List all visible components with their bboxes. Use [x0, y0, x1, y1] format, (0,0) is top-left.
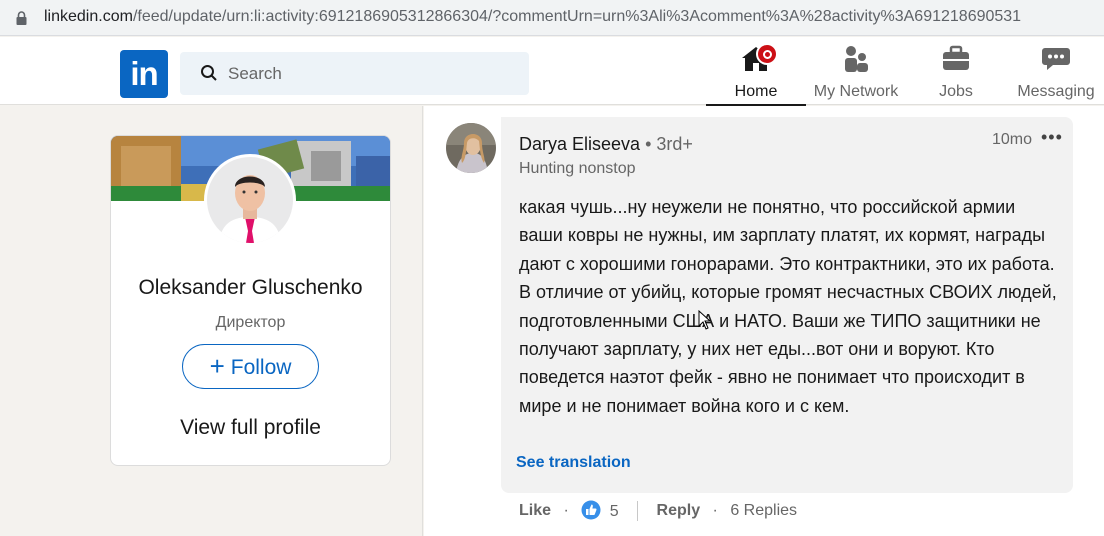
separator-dot: ·	[563, 501, 569, 519]
connection-degree: 3rd+	[656, 134, 693, 154]
action-divider	[637, 500, 639, 521]
profile-avatar[interactable]	[204, 154, 296, 246]
view-full-profile-link[interactable]: View full profile	[111, 416, 390, 440]
comment-author-headline: Hunting nonstop	[519, 160, 636, 177]
comment-author-name[interactable]: Darya Eliseeva	[519, 134, 640, 154]
nav-my-network-label: My Network	[813, 83, 899, 100]
nav-messaging-label: Messaging	[1017, 83, 1095, 100]
search-input[interactable]	[228, 52, 508, 95]
search-icon	[201, 65, 217, 81]
nav-my-network[interactable]: My Network	[808, 43, 904, 105]
url-path: /feed/update/urn:li:activity:69121869053…	[132, 8, 1022, 25]
see-translation-link[interactable]: See translation	[516, 454, 631, 472]
jobs-icon	[943, 45, 969, 70]
like-reaction-icon	[581, 500, 601, 520]
nav-home[interactable]: Home	[706, 43, 806, 106]
nav-home-label: Home	[734, 83, 778, 100]
messaging-icon	[1042, 48, 1070, 70]
notification-badge	[756, 43, 778, 65]
follow-label: Follow	[230, 356, 292, 379]
avatar	[207, 157, 293, 243]
profile-name[interactable]: Oleksander Gluschenko	[111, 276, 390, 300]
network-icon	[845, 46, 868, 72]
nav-jobs[interactable]: Jobs	[916, 43, 996, 105]
comment-author-line[interactable]: Darya Eliseeva • 3rd+	[519, 134, 693, 155]
profile-card: Oleksander Gluschenko Директор + Follow V…	[110, 135, 391, 466]
comment-timestamp: 10mo	[992, 131, 1033, 148]
plus-icon: +	[209, 351, 225, 381]
linkedin-logo[interactable]: in	[120, 50, 168, 98]
nav-jobs-label: Jobs	[939, 83, 973, 100]
comment-actions: Like · 5 Reply · 6 Replies	[519, 500, 797, 524]
mouse-cursor-icon	[698, 310, 712, 330]
more-options-icon[interactable]: •••	[1041, 127, 1063, 148]
reaction-count: 5	[609, 502, 619, 520]
comment-bubble: Darya Eliseeva • 3rd+ Hunting nonstop 10…	[501, 117, 1073, 493]
reply-button[interactable]: Reply	[657, 502, 701, 520]
lock-icon	[16, 11, 27, 25]
url-text[interactable]: linkedin.com/feed/update/urn:li:activity…	[44, 8, 1021, 26]
browser-url-bar[interactable]: linkedin.com/feed/update/urn:li:activity…	[0, 0, 1104, 36]
url-host: linkedin.com	[44, 8, 133, 25]
comment-text: какая чушь...ну неужели не понятно, что …	[519, 197, 1057, 416]
commenter-avatar[interactable]	[446, 123, 496, 173]
follow-button[interactable]: + Follow	[182, 344, 319, 389]
nav-messaging[interactable]: Messaging	[1008, 43, 1104, 105]
separator-dot: ·	[712, 501, 718, 519]
top-nav: in Home My Network Jobs	[0, 37, 1104, 106]
left-column: Oleksander Gluschenko Директор + Follow V…	[0, 106, 423, 536]
reaction-summary[interactable]: 5	[581, 500, 619, 521]
profile-title: Директор	[215, 314, 286, 331]
search-box[interactable]	[180, 52, 529, 95]
replies-count-link[interactable]: 6 Replies	[730, 502, 797, 520]
like-button[interactable]: Like	[519, 502, 551, 520]
comment-section: Darya Eliseeva • 3rd+ Hunting nonstop 10…	[424, 106, 1104, 536]
